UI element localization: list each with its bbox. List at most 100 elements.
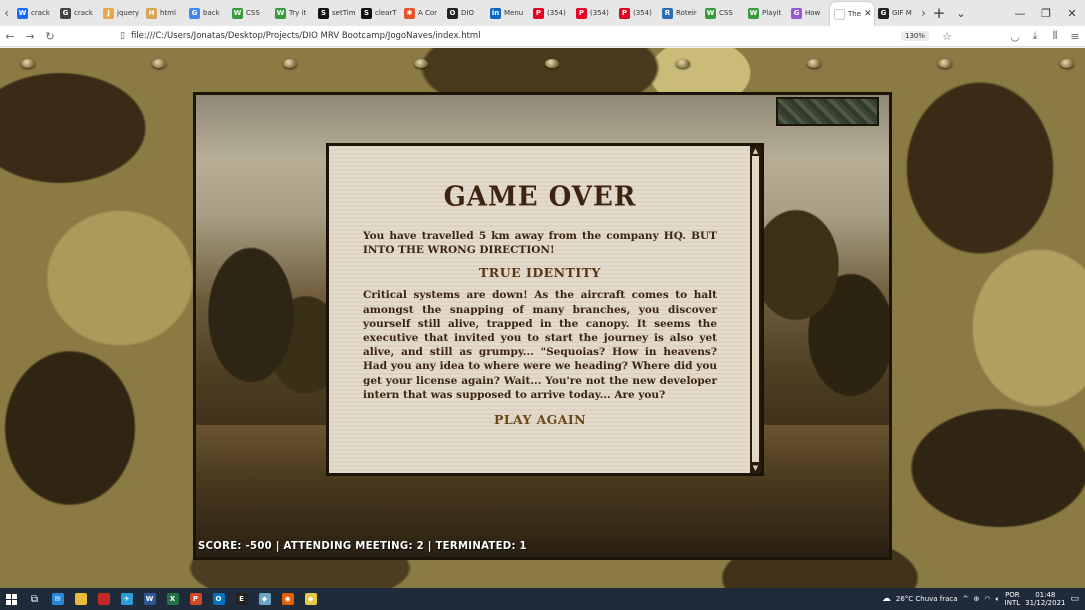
menu-icon[interactable]: ≡ [1065,26,1085,47]
close-window-button[interactable]: ✕ [1059,0,1085,26]
tab-scroll-left-icon[interactable]: ‹ [0,0,13,26]
taskbar-app-button[interactable] [92,588,115,610]
minimap [776,97,879,126]
wifi-icon[interactable]: ◠ [984,595,990,603]
browser-tab[interactable]: in Menu [486,0,529,26]
taskbar-app-icon: ✈ [120,593,133,605]
taskbar-app-button[interactable]: E [230,588,253,610]
browser-tab[interactable]: O DIO [443,0,486,26]
dialog-scrollbar[interactable]: ▲ ▼ [750,146,761,473]
tab-label: (354) [633,9,652,17]
tab-favicon-icon: J [103,7,114,19]
browser-tab[interactable]: SclearT [357,0,400,26]
tab-favicon-icon: G [60,7,71,19]
taskbar-app-button[interactable]: O [207,588,230,610]
rivet-icon [21,59,35,68]
game-over-dialog: GAME OVER You have travelled 5 km away f… [326,143,764,476]
tab-favicon-icon: P [619,7,630,19]
minimize-button[interactable]: — [1007,0,1033,26]
browser-tab[interactable]: P (354) [529,0,572,26]
notifications-icon[interactable]: ▭ [1070,594,1079,604]
browser-tab[interactable]: G GIF M [874,0,917,26]
browser-tab[interactable]: Gcrack [56,0,99,26]
browser-tab[interactable]: W CSS [701,0,744,26]
tab-list: Wcrack Gcrack Jjquery Hhtml Gback W CSS W Try it… [13,0,917,26]
forward-icon[interactable]: → [20,26,40,47]
browser-tab[interactable]: W Try it [271,0,314,26]
tab-scroll-right-icon[interactable]: › [917,0,930,26]
browser-tab[interactable]: Jjquery [99,0,142,26]
weather-text[interactable]: 26°C Chuva fraca [896,595,958,603]
browser-tab[interactable]: ✱ A Cor [400,0,443,26]
browser-tab[interactable]: SsetTim [314,0,357,26]
address-bar[interactable]: ▯ file:///C:/Users/Jonatas/Desktop/Proje… [60,26,901,47]
tab-favicon-icon: G [791,7,802,19]
tab-favicon-icon [834,8,845,20]
downloads-icon[interactable]: ⤓ [1025,26,1045,47]
taskbar-app-button[interactable]: ✈ [115,588,138,610]
volume-icon[interactable]: 🔈︎ [995,595,999,604]
tab-list-dropdown-icon[interactable]: ⌄ [948,0,974,26]
scroll-thumb[interactable] [752,156,759,462]
maximize-button[interactable]: ❐ [1033,0,1059,26]
tab-label: Menu [504,9,524,17]
reload-icon[interactable]: ↻ [40,26,60,47]
ending-subtitle: TRUE IDENTITY [479,265,601,281]
keyboard-layout: INTL [1004,599,1021,607]
folder-icon [74,593,87,605]
clock[interactable]: 01:48 31/12/2021 [1025,591,1065,607]
rivet-icon [414,59,428,68]
tab-favicon-icon: O [447,7,458,19]
taskbar-app-button[interactable]: W [138,588,161,610]
tab-label: How [805,9,821,17]
scroll-up-icon[interactable]: ▲ [750,146,761,156]
taskbar: ⧉ ✉ ✈ W X P O E ◆ ◉ ◆ ☁ 26°C Chuva fraca ^ ⊕ ◠ 🔈… [0,588,1085,610]
tab-close-icon[interactable]: ✕ [864,9,872,19]
pocket-icon[interactable]: ◡ [1005,26,1025,47]
task-view-button[interactable]: ⧉ [23,588,46,610]
score-hud: SCORE: -500 | ATTENDING MEETING: 2 | TER… [198,539,527,552]
tab-label: Try it [289,9,307,17]
back-icon[interactable]: ← [0,26,20,47]
browser-tab[interactable]: G How [787,0,830,26]
tab-favicon-icon: G [189,7,200,19]
browser-tab[interactable]: Hhtml [142,0,185,26]
bookmark-star-icon[interactable]: ☆ [937,26,957,47]
file-explorer-button[interactable] [69,588,92,610]
task-view-icon: ⧉ [30,593,39,605]
zoom-level[interactable]: 130% [900,31,929,41]
tab-favicon-icon: W [275,7,286,19]
browser-tab[interactable]: P (354) [572,0,615,26]
library-icon[interactable]: ⫴ [1045,26,1065,47]
browser-tab[interactable]: The ✕ [830,2,874,26]
browser-tab[interactable]: W Playit [744,0,787,26]
tab-label: (354) [590,9,609,17]
taskbar-app-button[interactable]: ◉ [276,588,299,610]
browser-tab[interactable]: W CSS [228,0,271,26]
start-button[interactable] [0,588,23,610]
taskbar-app-icon: O [212,593,225,605]
browser-tab[interactable]: P (354) [615,0,658,26]
tab-favicon-icon: G [878,7,889,19]
tab-favicon-icon: W [17,7,28,19]
rivet-icon [283,59,297,68]
scroll-down-icon[interactable]: ▼ [750,463,761,473]
browser-tab[interactable]: R Roteir [658,0,701,26]
tab-favicon-icon: W [705,7,716,19]
new-tab-button[interactable]: + [930,0,948,26]
play-again-button[interactable]: PLAY AGAIN [363,412,717,427]
tab-label: jquery [117,9,140,17]
language-indicator[interactable]: POR INTL [1005,591,1020,607]
network-icon[interactable]: ⊕ [973,595,979,603]
mail-app-button[interactable]: ✉ [46,588,69,610]
tab-label: GIF M [892,9,912,17]
tray-expand-icon[interactable]: ^ [963,595,969,603]
taskbar-app-button[interactable]: ◆ [299,588,322,610]
system-tray: ☁ 26°C Chuva fraca ^ ⊕ ◠ 🔈︎ POR INTL 01:… [882,591,1085,607]
taskbar-app-button[interactable]: ◆ [253,588,276,610]
taskbar-app-button[interactable]: X [161,588,184,610]
rivet-icon [938,59,952,68]
taskbar-app-button[interactable]: P [184,588,207,610]
browser-tab[interactable]: Gback [185,0,228,26]
browser-tab[interactable]: Wcrack [13,0,56,26]
